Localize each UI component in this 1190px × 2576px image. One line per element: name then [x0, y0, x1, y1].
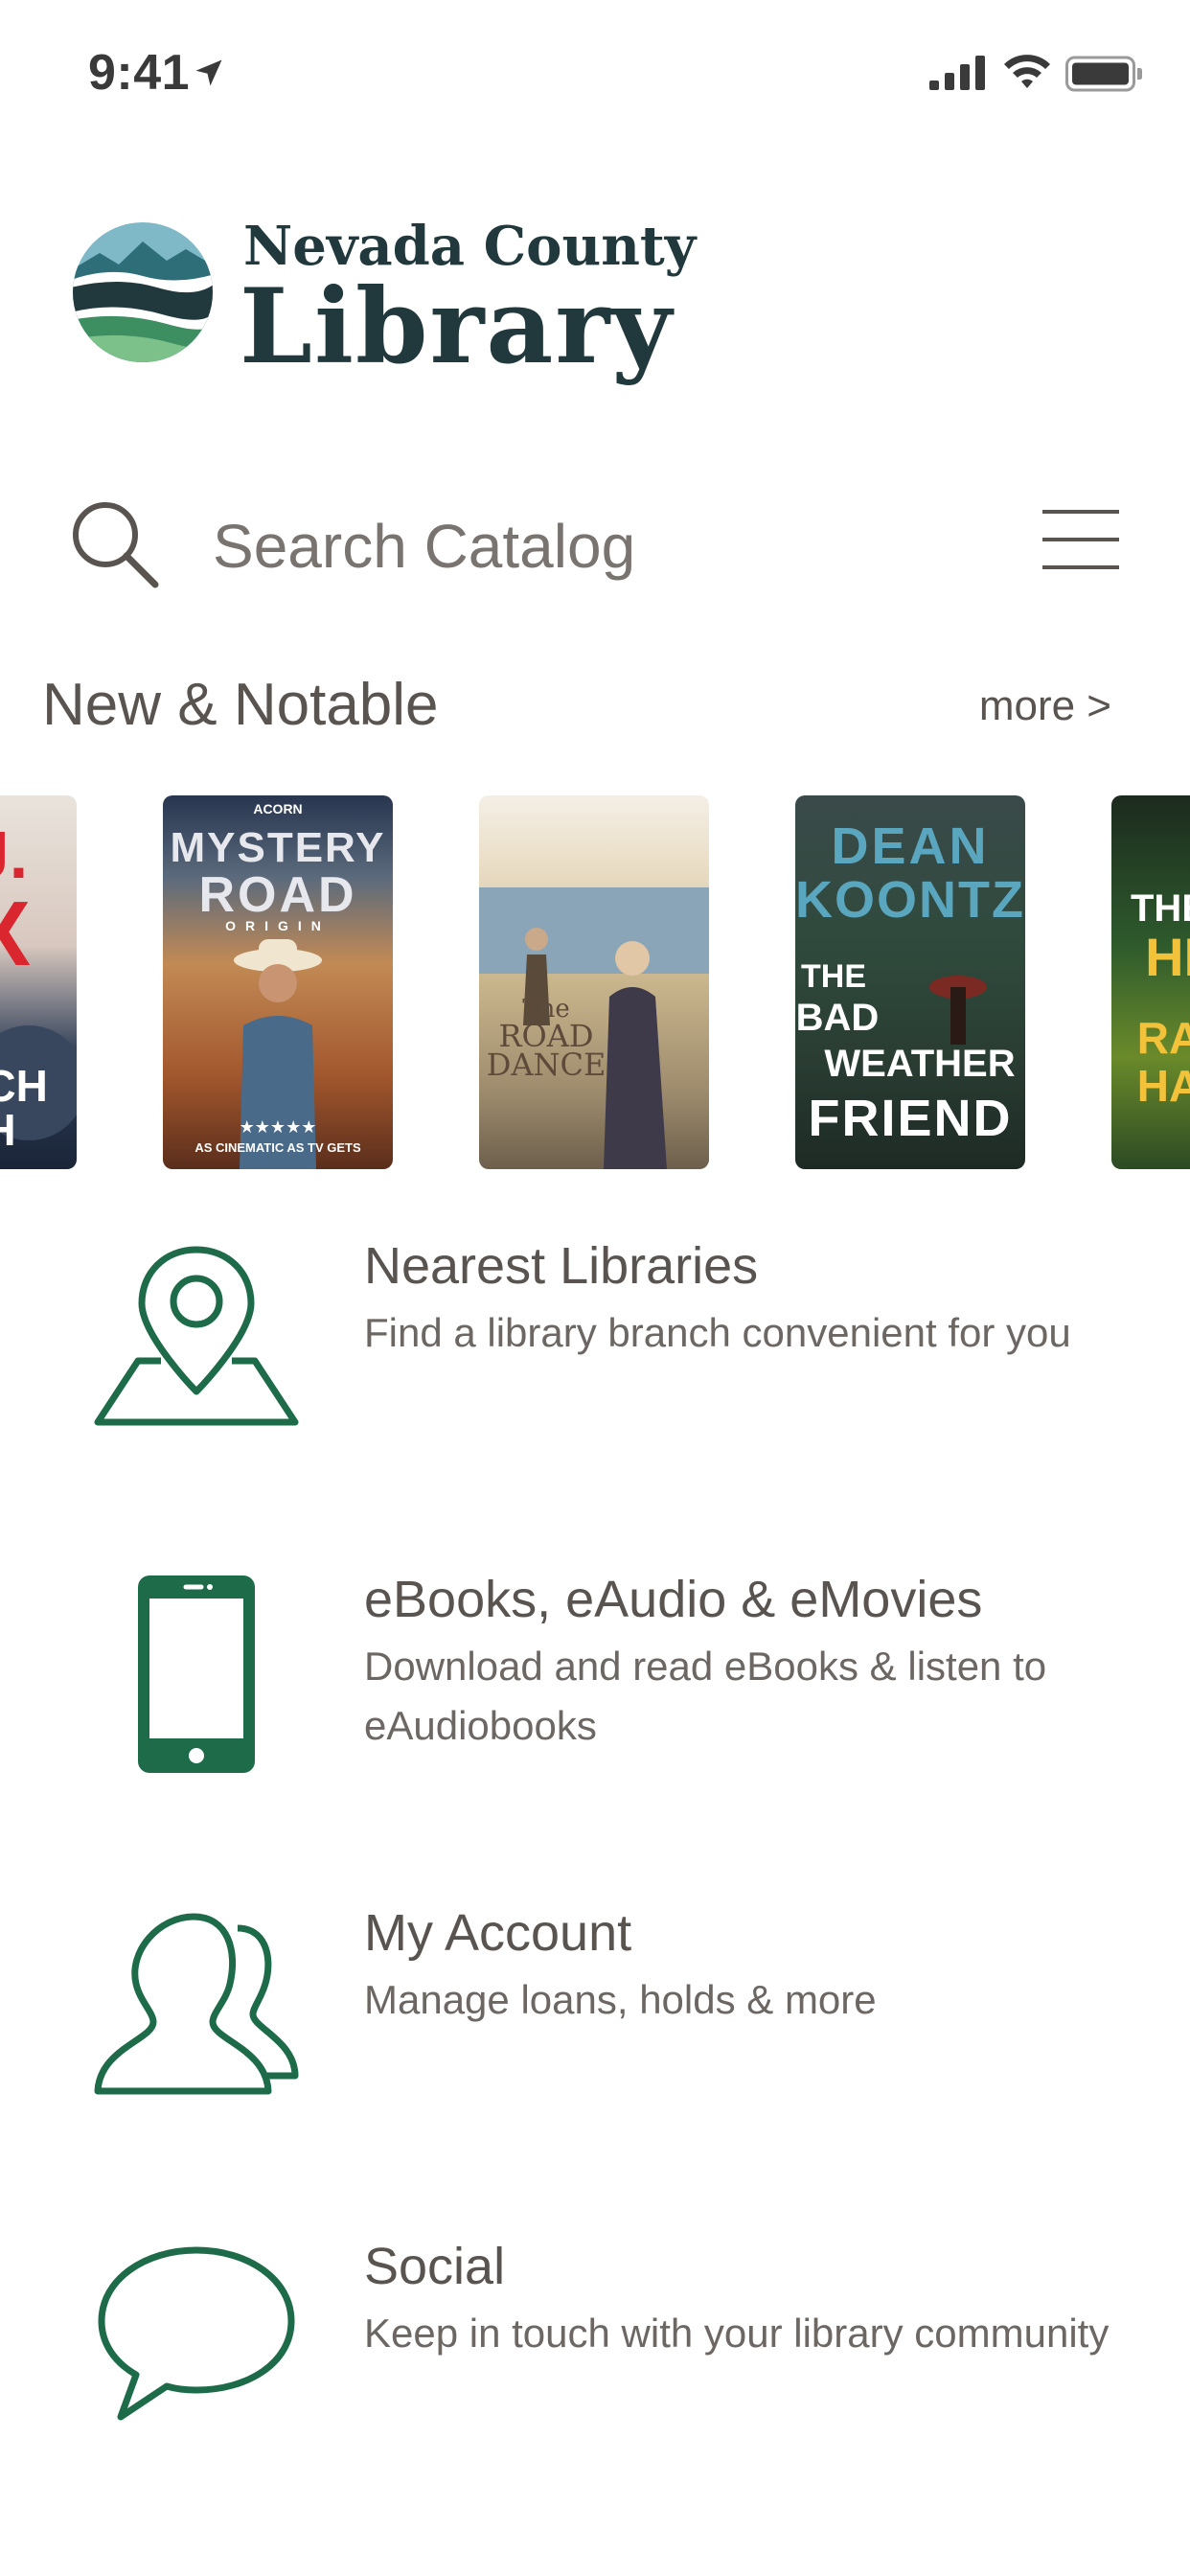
book-cover-text: HA	[1136, 1061, 1190, 1111]
feature-social[interactable]: Social Keep in touch with your library c…	[0, 2227, 1190, 2515]
book-cover-text: ★★★★★	[239, 1117, 317, 1137]
cellular-signal-icon	[929, 56, 985, 90]
smartphone-icon	[138, 1576, 255, 1773]
book-cover-text: WEATHER	[824, 1043, 1016, 1085]
mountain-landscape-logo	[73, 222, 213, 362]
location-arrow-icon	[195, 59, 222, 86]
feature-title: eBooks, eAudio & eMovies	[364, 1571, 983, 1628]
search-bar	[0, 479, 1190, 613]
book-cover-text: DANCE	[486, 1046, 606, 1083]
status-bar: 9:41	[0, 0, 1190, 144]
book-cover-text: BAD	[795, 997, 880, 1039]
feature-description: Download and read eBooks & listen to eAu…	[364, 1644, 1047, 1748]
book-cover-text: ORIGIN	[225, 918, 331, 933]
hamburger-menu-icon[interactable]	[1041, 508, 1121, 571]
book-cover[interactable]: ACORN MYSTERY ROAD ORIGIN ★★★★★ AS CINEM…	[163, 795, 393, 1169]
feature-my-account[interactable]: My Account Manage loans, holds & more	[0, 1894, 1190, 2181]
book-cover-text: KOONTZ	[795, 871, 1025, 929]
feature-title: Nearest Libraries	[364, 1237, 759, 1295]
feature-description: Manage loans, holds & more	[364, 1977, 877, 2022]
wifi-icon	[1004, 55, 1050, 88]
book-cover-text: THE	[801, 958, 866, 995]
search-input[interactable]	[213, 508, 864, 585]
battery-icon	[1065, 56, 1142, 92]
brand-name-line2: Library	[240, 266, 675, 387]
book-cover-text: FRIEND	[808, 1090, 1013, 1147]
book-cover-text: ACORN	[253, 801, 303, 816]
new-notable-header: New & Notable more >	[0, 661, 1190, 748]
book-cover-text: ROAD	[198, 867, 357, 923]
feature-ebooks[interactable]: eBooks, eAudio & eMovies Download and re…	[0, 1560, 1190, 1848]
section-title: New & Notable	[42, 672, 439, 738]
feature-nearest-libraries[interactable]: Nearest Libraries Find a library branch …	[0, 1227, 1190, 1514]
book-cover-text: H	[0, 1104, 77, 1156]
book-cover-text: AS CINEMATIC AS TV GETS	[195, 1140, 361, 1155]
more-link[interactable]: more >	[979, 682, 1111, 730]
book-cover[interactable]: The ROAD DANCE	[479, 795, 709, 1169]
book-cover[interactable]: J. X NCH H	[0, 795, 77, 1169]
feature-description: Find a library branch convenient for you	[364, 1310, 1071, 1355]
book-cover-text: THE	[1131, 887, 1190, 930]
book-cover-text: DEAN	[831, 817, 990, 875]
book-cover-text: RA	[1136, 1013, 1190, 1063]
book-cover-text: X	[0, 883, 32, 985]
book-carousel[interactable]: J. X NCH H ACORN MYSTERY ROAD ORIGIN ★★★…	[0, 795, 1190, 1169]
book-cover-art	[479, 887, 709, 1169]
feature-title: Social	[364, 2238, 506, 2295]
users-icon	[94, 1913, 299, 2095]
book-cover[interactable]: THE HE RA HA	[1111, 795, 1190, 1169]
book-cover-text: MYSTERY	[170, 824, 386, 871]
map-pin-icon	[94, 1246, 299, 1426]
feature-description: Keep in touch with your library communit…	[364, 2311, 1110, 2356]
speech-bubble-icon	[98, 2246, 295, 2421]
status-time: 9:41	[88, 45, 191, 101]
search-icon[interactable]	[67, 496, 163, 592]
book-cover-text: HE	[1145, 927, 1190, 987]
book-cover[interactable]: DEAN KOONTZ THE BAD WEATHER FRIEND	[795, 795, 1025, 1169]
library-brand: Nevada County Library	[71, 211, 696, 393]
feature-title: My Account	[364, 1904, 632, 1962]
